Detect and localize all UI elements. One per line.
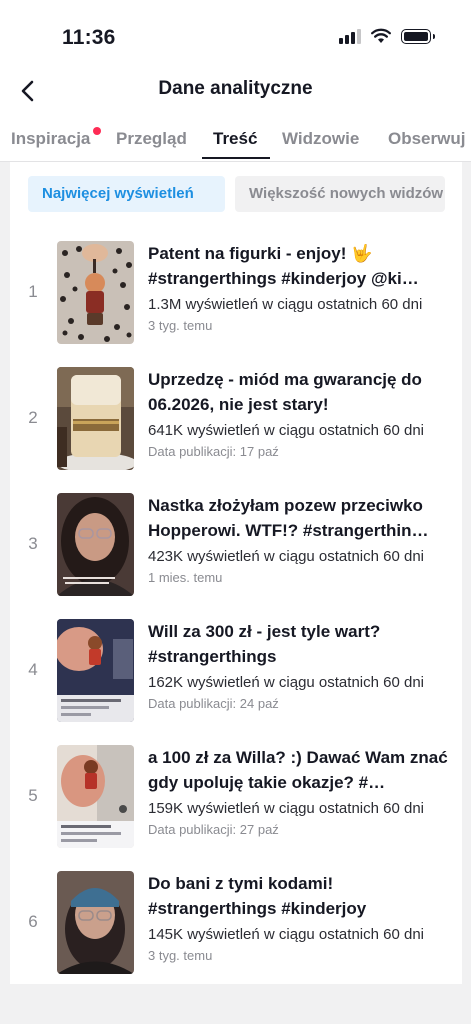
video-date: Data publikacji: 27 paź [148,822,279,837]
video-views: 641K wyświetleń w ciągu ostatnich 60 dni [148,422,424,439]
tab-bar: Inspiracja Przegląd Treść Widzowie Obser… [0,112,471,162]
video-rank: 1 [28,282,38,301]
video-row[interactable]: 1 Patent na figurki - enjoy! 🤟 #stranger… [10,241,462,367]
video-row[interactable]: 6 Do bani z tymi kodami! #strangerthings… [10,871,462,984]
tab-inspiracja[interactable]: Inspiracja [11,129,90,149]
video-thumbnail[interactable] [57,619,134,722]
video-title: a 100 zł za Willa? :) Dawać Wam znać gdy… [148,748,448,792]
tab-przeglad[interactable]: Przegląd [116,129,187,149]
wifi-icon [371,28,391,43]
video-rank: 3 [28,534,38,553]
video-info: Patent na figurki - enjoy! 🤟 #strangerth… [148,241,448,335]
video-thumbnail[interactable] [57,871,134,974]
video-thumbnail[interactable] [57,367,134,470]
video-info: Will za 300 zł - jest tyle wart? #strang… [148,619,448,713]
video-thumbnail[interactable] [57,493,134,596]
video-rank: 5 [28,786,38,805]
video-views: 159K wyświetleń w ciągu ostatnich 60 dni [148,800,424,817]
filter-new-viewers[interactable]: Większość nowych widzów [235,176,445,212]
signal-icon [339,28,361,44]
nav-bar: Dane analityczne [0,70,471,112]
tab-tresc[interactable]: Treść [213,129,257,149]
video-title: Do bani z tymi kodami! #strangerthings #… [148,874,367,918]
video-info: Do bani z tymi kodami! #strangerthings #… [148,871,448,965]
video-rank: 2 [28,408,38,427]
video-thumbnail[interactable] [57,745,134,848]
video-date: Data publikacji: 17 paź [148,444,279,459]
video-views: 162K wyświetleń w ciągu ostatnich 60 dni [148,674,424,691]
status-icons [339,28,435,44]
video-date: Data publikacji: 24 paź [148,696,279,711]
video-date: 1 mies. temu [148,570,223,585]
video-date: 3 tyg. temu [148,948,213,963]
video-thumbnail[interactable] [57,241,134,344]
video-title: Nastka złożyłam pozew przeciwko Hopperow… [148,496,429,540]
video-title: Will za 300 zł - jest tyle wart? #strang… [148,622,381,666]
content-card: Najwięcej wyświetleń Większość nowych wi… [10,162,462,984]
tab-obserwujacy[interactable]: Obserwuj [388,129,465,149]
video-info: Uprzedzę - miód ma gwarancję do 06.2026,… [148,367,448,461]
video-views: 423K wyświetleń w ciągu ostatnich 60 dni [148,548,424,565]
video-row[interactable]: 4 Will za 300 zł - jest tyle wart? #stra… [10,619,462,745]
video-date: 3 tyg. temu [148,318,213,333]
video-title: Uprzedzę - miód ma gwarancję do 06.2026,… [148,370,422,414]
battery-icon [401,28,435,44]
notification-badge [93,127,101,135]
video-title: Patent na figurki - enjoy! 🤟 #strangerth… [148,244,419,288]
status-bar: 11:36 [0,0,471,70]
video-rank: 4 [28,660,38,679]
video-row[interactable]: 5 a 100 zł za Willa? :) Dawać Wam znać g… [10,745,462,871]
video-info: Nastka złożyłam pozew przeciwko Hopperow… [148,493,448,587]
video-row[interactable]: 3 Nastka złożyłam pozew przeciwko Hopper… [10,493,462,619]
status-time: 11:36 [62,26,116,49]
video-views: 1.3M wyświetleń w ciągu ostatnich 60 dni [148,296,423,313]
video-info: a 100 zł za Willa? :) Dawać Wam znać gdy… [148,745,448,839]
video-views: 145K wyświetleń w ciągu ostatnich 60 dni [148,926,424,943]
filter-most-views[interactable]: Najwięcej wyświetleń [28,176,225,212]
video-row[interactable]: 2 Uprzedzę - miód ma gwarancję do 06.202… [10,367,462,493]
video-rank: 6 [28,912,38,931]
page-title: Dane analityczne [158,78,313,99]
active-tab-indicator [202,157,270,159]
tab-widzowie[interactable]: Widzowie [282,129,359,149]
